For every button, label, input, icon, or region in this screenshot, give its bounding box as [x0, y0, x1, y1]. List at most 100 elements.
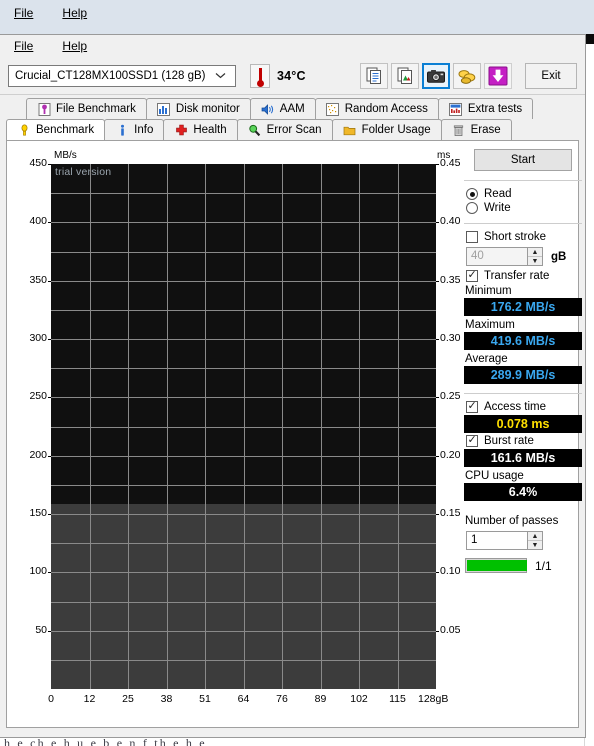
y-tick-left: 400: [29, 215, 47, 228]
burst-rate-checkbox-indicator: [466, 433, 478, 447]
radio-write[interactable]: Write: [466, 202, 584, 214]
magnifier-icon: [248, 123, 262, 137]
exit-button[interactable]: Exit: [525, 62, 577, 89]
access-time-value: 0.078 ms: [464, 415, 582, 433]
benchmark-graph: MB/s ms trial version 450 400 350 300 250 200…: [13, 147, 460, 719]
y-tick-left: 50: [35, 623, 47, 636]
x-tick: 64: [237, 693, 250, 705]
short-stroke-spin-buttons[interactable]: ▲ ▼: [528, 247, 543, 266]
passes-label: Number of passes: [465, 515, 559, 527]
ghost-menu-help: Help: [62, 6, 88, 20]
tab-random-access[interactable]: Random Access: [314, 98, 439, 119]
benchmark-options-panel: Start Read Write Short stroke 40 ▲ ▼ gB …: [462, 145, 584, 725]
tab-info[interactable]: Info: [104, 119, 165, 140]
access-time-checkbox-indicator: [466, 399, 478, 413]
coins-icon: [458, 68, 476, 84]
health-cross-icon: [174, 123, 188, 137]
divider: [464, 223, 582, 224]
tab-label: Extra tests: [467, 103, 523, 115]
tab-file-benchmark[interactable]: File Benchmark: [26, 98, 147, 119]
ghost-menubar: File Help: [0, 0, 594, 26]
burst-rate-label: Burst rate: [484, 435, 534, 447]
passes-stepper[interactable]: 1 ▲ ▼: [466, 531, 584, 550]
register-button[interactable]: [453, 62, 481, 89]
temperature-value: 34°C: [277, 68, 306, 83]
x-tick: 115: [389, 693, 406, 705]
copy-image-button[interactable]: [391, 62, 419, 89]
screenshot-button[interactable]: [422, 62, 450, 89]
tabs-area: File Benchmark Disk monitor AAM Random A…: [0, 95, 585, 140]
short-stroke-stepper[interactable]: 40 ▲ ▼ gB: [466, 247, 584, 266]
checkbox-short-stroke[interactable]: Short stroke: [466, 231, 584, 243]
y-tick-left: 100: [29, 565, 47, 578]
menu-file[interactable]: File: [14, 35, 33, 57]
tab-row-secondary: File Benchmark Disk monitor AAM Random A…: [26, 98, 579, 119]
toolbar-buttons: Exit: [360, 62, 577, 89]
copy-image-icon: [397, 67, 414, 84]
copy-text-button[interactable]: [360, 62, 388, 89]
tab-aam[interactable]: AAM: [249, 98, 316, 119]
tab-folder-usage[interactable]: Folder Usage: [331, 119, 442, 140]
start-button[interactable]: Start: [474, 149, 572, 171]
transfer-rate-checkbox-indicator: [466, 268, 478, 282]
divider: [464, 393, 582, 394]
checkbox-transfer-rate[interactable]: Transfer rate: [466, 268, 584, 282]
download-button[interactable]: [484, 62, 512, 89]
file-benchmark-icon: [37, 102, 51, 116]
burst-rate-value: 161.6 MB/s: [464, 449, 582, 467]
ghost-menubar-artifact-strip: File Help: [0, 26, 594, 34]
tab-benchmark[interactable]: Benchmark: [6, 119, 106, 140]
pass-progress: 1/1: [465, 558, 584, 573]
download-arrow-icon: [488, 66, 508, 86]
transfer-rate-label: Transfer rate: [484, 270, 550, 282]
x-tick: 0: [48, 693, 54, 705]
maximum-label: Maximum: [465, 319, 515, 331]
tab-label: Health: [193, 124, 227, 136]
passes-value[interactable]: 1: [466, 531, 528, 550]
checkbox-access-time[interactable]: Access time: [466, 399, 584, 413]
y-tick-left: 150: [29, 507, 47, 519]
benchmark-plot-area: trial version: [51, 164, 436, 689]
spin-up-icon[interactable]: ▲: [528, 532, 542, 541]
x-tick: 76: [276, 693, 288, 705]
tab-error-scan[interactable]: Error Scan: [236, 119, 333, 140]
exit-button-label: Exit: [541, 69, 561, 82]
radio-read[interactable]: Read: [466, 188, 584, 200]
checkbox-burst-rate[interactable]: Burst rate: [466, 433, 584, 447]
menu-help[interactable]: Help: [62, 35, 87, 57]
tab-label: Benchmark: [36, 124, 95, 136]
benchmark-icon: [17, 123, 31, 137]
cpu-usage-value: 6.4%: [464, 483, 582, 501]
spin-up-icon[interactable]: ▲: [528, 248, 542, 257]
tab-erase[interactable]: Erase: [440, 119, 512, 140]
thermometer-icon: [250, 63, 270, 88]
tab-health[interactable]: Health: [163, 119, 238, 140]
passes-spin-buttons[interactable]: ▲ ▼: [528, 531, 543, 550]
tab-disk-monitor[interactable]: Disk monitor: [145, 98, 251, 119]
access-time-label: Access time: [484, 401, 546, 413]
spin-down-icon[interactable]: ▼: [528, 257, 542, 265]
spin-down-icon[interactable]: ▼: [528, 541, 542, 549]
drive-select[interactable]: Crucial_CT128MX100SSD1 (128 gB): [8, 64, 236, 87]
average-label: Average: [465, 353, 508, 365]
short-stroke-checkbox-indicator: [466, 231, 478, 243]
y-tick-left: 300: [29, 332, 47, 344]
radio-read-label: Read: [484, 188, 512, 200]
menubar: File Help: [0, 35, 585, 57]
pass-progress-fill: [467, 560, 527, 571]
radio-write-label: Write: [484, 202, 511, 214]
tab-label: AAM: [279, 103, 305, 115]
toolbar: Crucial_CT128MX100SSD1 (128 gB) 34°C Exi…: [0, 57, 585, 95]
radio-read-indicator: [466, 188, 478, 200]
short-stroke-value[interactable]: 40: [466, 247, 528, 266]
tab-extra-tests[interactable]: Extra tests: [437, 98, 534, 119]
chevron-down-icon: [215, 72, 231, 79]
x-tick: 128gB: [418, 693, 449, 705]
copy-text-icon: [366, 67, 383, 84]
extra-tests-icon: [449, 102, 463, 116]
radio-write-indicator: [466, 202, 478, 214]
x-tick: 38: [160, 693, 173, 705]
benchmark-tab-content: MB/s ms trial version 450 400 350 300 250 200…: [6, 140, 582, 728]
minimum-label: Minimum: [465, 285, 512, 297]
cpu-usage-label: CPU usage: [465, 470, 524, 482]
